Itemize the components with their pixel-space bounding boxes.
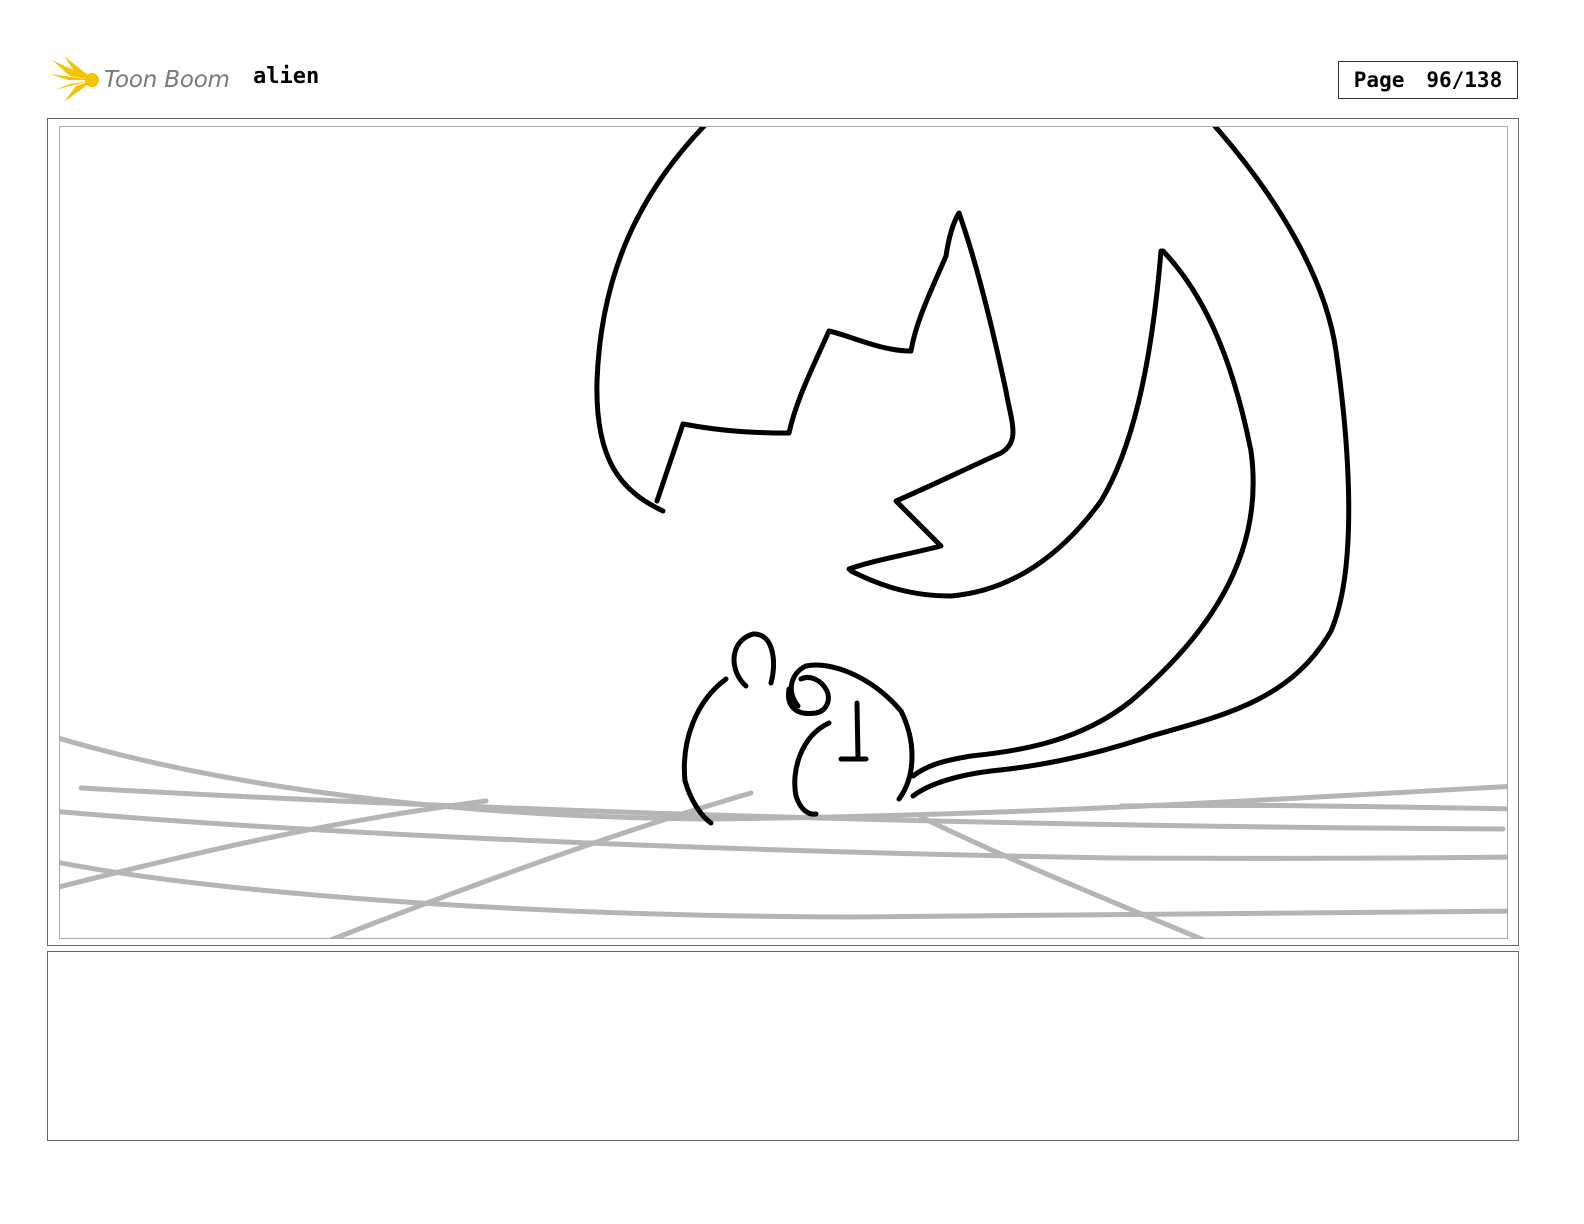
notes-box [47,951,1519,1141]
logo-text: Toon Boom [104,67,230,93]
page-header: Toon Boom alien Page 96/138 [0,0,1584,118]
page-number: 96/138 [1426,68,1503,92]
ground-lines [60,736,1507,938]
project-name: alien [253,64,320,89]
page-label: Page [1353,68,1405,92]
starburst-icon [50,56,99,102]
toon-boom-logo: Toon Boom [50,56,250,106]
storyboard-panel [59,126,1508,939]
page-indicator: Page 96/138 [1338,61,1518,99]
character-drawing [681,631,915,826]
panel-sketch [60,127,1507,938]
